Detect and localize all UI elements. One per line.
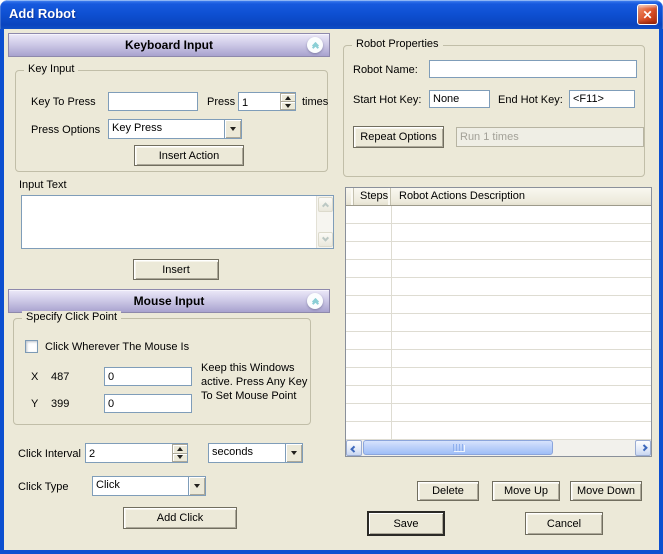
dropdown-arrow-icon[interactable] <box>224 120 241 138</box>
scroll-right-arrow-icon[interactable] <box>635 440 651 456</box>
table-row[interactable] <box>346 332 651 350</box>
input-text-area-wrap <box>21 195 334 249</box>
click-interval-input[interactable] <box>86 444 172 462</box>
table-row[interactable] <box>346 206 651 224</box>
press-options-select[interactable]: Key Press <box>108 119 242 139</box>
cancel-button[interactable]: Cancel <box>525 512 603 535</box>
end-hot-key-input[interactable] <box>569 90 635 108</box>
scroll-up-arrow-icon[interactable] <box>318 197 333 212</box>
table-row[interactable] <box>346 260 651 278</box>
steps-table: Steps Robot Actions Description <box>345 187 652 457</box>
move-down-button[interactable]: Move Down <box>570 481 642 501</box>
y-coordinate-display: 399 <box>51 398 69 410</box>
press-options-label: Press Options <box>31 124 100 136</box>
insert-action-button[interactable]: Insert Action <box>134 145 244 166</box>
move-up-button[interactable]: Move Up <box>492 481 560 501</box>
spin-up-icon[interactable] <box>280 93 295 102</box>
x-input[interactable] <box>104 367 192 386</box>
add-robot-dialog: Add Robot ✕ Keyboard Input Key Input Key… <box>0 0 663 554</box>
click-wherever-checkbox[interactable] <box>25 340 38 353</box>
robot-name-input[interactable] <box>429 60 637 78</box>
table-row[interactable] <box>346 314 651 332</box>
start-hot-key-input[interactable] <box>429 90 490 108</box>
close-button[interactable]: ✕ <box>637 4 658 25</box>
specify-click-point-label: Specify Click Point <box>22 311 121 323</box>
specify-click-point-group: Specify Click Point Click Wherever The M… <box>13 318 311 425</box>
table-row[interactable] <box>346 422 651 440</box>
dropdown-arrow-icon[interactable] <box>188 477 205 495</box>
scrollbar-thumb[interactable] <box>363 440 553 455</box>
press-options-value: Key Press <box>109 120 224 138</box>
save-button[interactable]: Save <box>368 512 444 535</box>
table-row[interactable] <box>346 224 651 242</box>
repeat-summary-field <box>456 127 644 147</box>
thumb-grip-icon <box>453 444 464 451</box>
keyboard-input-header[interactable]: Keyboard Input <box>8 33 330 57</box>
collapse-panel-icon[interactable] <box>307 37 323 53</box>
scroll-down-arrow-icon[interactable] <box>318 232 333 247</box>
interval-unit-select[interactable]: seconds <box>208 443 303 463</box>
mouse-input-header[interactable]: Mouse Input <box>8 289 330 313</box>
add-click-button[interactable]: Add Click <box>123 507 237 529</box>
header-steps-column[interactable]: Steps <box>354 188 391 205</box>
title-bar: Add Robot ✕ <box>0 0 663 29</box>
keyboard-input-header-label: Keyboard Input <box>125 38 213 52</box>
table-row[interactable] <box>346 242 651 260</box>
horizontal-scrollbar[interactable] <box>346 440 651 456</box>
press-times-stepper[interactable] <box>238 92 296 111</box>
times-label: times <box>302 96 328 108</box>
robot-name-label: Robot Name: <box>353 64 418 76</box>
y-input[interactable] <box>104 394 192 413</box>
window-title: Add Robot <box>9 6 75 21</box>
click-wherever-label: Click Wherever The Mouse Is <box>45 341 189 353</box>
x-coordinate-display: 487 <box>51 371 69 383</box>
interval-unit-value: seconds <box>209 444 285 462</box>
robot-properties-group: Robot Properties Robot Name: Start Hot K… <box>343 45 645 177</box>
input-text-scrollbar[interactable] <box>316 196 333 248</box>
table-row[interactable] <box>346 278 651 296</box>
click-interval-label: Click Interval <box>18 448 81 460</box>
table-row[interactable] <box>346 296 651 314</box>
click-interval-stepper[interactable] <box>85 443 188 463</box>
delete-button[interactable]: Delete <box>417 481 479 501</box>
click-type-value: Click <box>93 477 188 495</box>
x-label: X <box>31 371 38 383</box>
dialog-body: Keyboard Input Key Input Key To Press Pr… <box>4 29 659 550</box>
click-type-select[interactable]: Click <box>92 476 206 496</box>
end-hot-key-label: End Hot Key: <box>498 94 563 106</box>
mouse-input-header-label: Mouse Input <box>134 294 205 308</box>
table-row[interactable] <box>346 386 651 404</box>
header-description-column[interactable]: Robot Actions Description <box>391 188 651 205</box>
steps-table-header: Steps Robot Actions Description <box>346 188 651 206</box>
input-text-area[interactable] <box>22 196 315 248</box>
start-hot-key-label: Start Hot Key: <box>353 94 421 106</box>
collapse-panel-icon[interactable] <box>307 293 323 309</box>
insert-button[interactable]: Insert <box>133 259 219 280</box>
spin-down-icon[interactable] <box>172 454 187 463</box>
table-row[interactable] <box>346 404 651 422</box>
table-row[interactable] <box>346 350 651 368</box>
press-times-input[interactable] <box>239 93 280 110</box>
input-text-label: Input Text <box>19 179 67 191</box>
key-to-press-input[interactable] <box>108 92 198 111</box>
header-blank-cell <box>346 188 354 205</box>
steps-table-body <box>346 206 651 440</box>
table-row[interactable] <box>346 368 651 386</box>
press-label: Press <box>207 96 235 108</box>
robot-properties-label: Robot Properties <box>352 38 443 50</box>
scrollbar-track[interactable] <box>362 440 635 456</box>
key-input-group-label: Key Input <box>24 63 78 75</box>
spin-down-icon[interactable] <box>280 102 295 110</box>
mouse-point-note: Keep this Windows active. Press Any Key … <box>201 361 313 403</box>
dropdown-arrow-icon[interactable] <box>285 444 302 462</box>
y-label: Y <box>31 398 38 410</box>
repeat-options-button[interactable]: Repeat Options <box>353 126 444 148</box>
click-type-label: Click Type <box>18 481 69 493</box>
key-input-group: Key Input Key To Press Press times Press… <box>15 70 328 172</box>
spin-up-icon[interactable] <box>172 444 187 454</box>
scroll-left-arrow-icon[interactable] <box>346 440 362 456</box>
key-to-press-label: Key To Press <box>31 96 96 108</box>
close-icon: ✕ <box>642 8 652 22</box>
